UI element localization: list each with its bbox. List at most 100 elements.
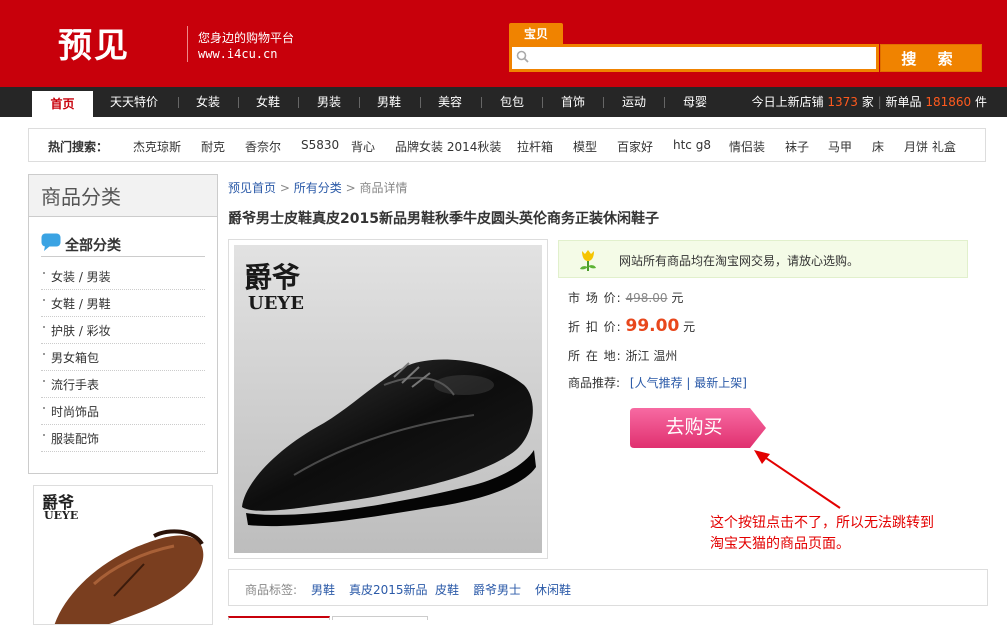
product-tag[interactable]: 真皮2015新品 [349, 581, 428, 598]
product-tag[interactable]: 男鞋 [311, 581, 335, 598]
slogan-text: 您身边的购物平台 [198, 31, 295, 45]
nav-separator [178, 97, 179, 108]
hot-search-item[interactable]: htc g8 [673, 138, 711, 152]
stats-new-items-unit: 件 [974, 95, 987, 109]
category-item-label: 女鞋 / 男鞋 [51, 297, 111, 311]
nav-separator [603, 97, 604, 108]
category-item-label: 护肤 / 彩妆 [51, 324, 111, 338]
product-main-image[interactable]: 爵爷 UEYE [228, 239, 548, 559]
annotation-line-1: 这个按钮点击不了，所以无法跳转到 [710, 515, 934, 531]
product-tag[interactable]: 爵爷男士 [473, 581, 521, 598]
location-value: 浙江 温州 [625, 349, 678, 363]
buy-now-button[interactable]: 去购买 [630, 408, 768, 448]
hot-search-item[interactable]: 马甲 [828, 138, 852, 155]
search-button[interactable]: 搜 索 [880, 44, 982, 72]
nav-item-mens-clothing[interactable]: 男装 [317, 87, 341, 117]
category-item[interactable]: 时尚饰品 [41, 398, 205, 425]
hot-search-item[interactable]: 拉杆箱 [517, 138, 553, 155]
product-tag[interactable]: 休闲鞋 [535, 581, 571, 598]
site-slogan: 您身边的购物平台 www.i4cu.cn [198, 30, 294, 62]
category-item[interactable]: 护肤 / 彩妆 [41, 317, 205, 344]
hot-search-item[interactable]: 模型 [573, 138, 597, 155]
nav-item-womens-clothing[interactable]: 女装 [196, 87, 220, 117]
nav-stats: 今日上新店铺 1373 家 | 新单品 181860 件 [752, 87, 987, 117]
brown-shoe-image: 爵爷 UEYE [34, 486, 212, 624]
hot-search-item[interactable]: 品牌女装 2014秋装 [395, 138, 501, 155]
annotation-arrow-icon [754, 450, 841, 509]
trust-notice: 网站所有商品均在淘宝网交易，请放心选购。 [558, 240, 968, 278]
hot-search-item[interactable]: 杰克琼斯 [133, 138, 181, 155]
recommend-bracket-close: ] [742, 376, 747, 390]
nav-separator [359, 97, 360, 108]
breadcrumb-current: 商品详情 [359, 181, 408, 195]
market-price-row: 市 场 价: 498.00 元 [568, 289, 683, 306]
hot-search-bar: 热门搜索： 杰克琼斯 耐克 香奈尔 S5830 背心 品牌女装 2014秋装 拉… [28, 128, 986, 162]
category-item[interactable]: 女鞋 / 男鞋 [41, 290, 205, 317]
category-panel: 商品分类 全部分类 女装 / 男装 女鞋 / 男鞋 护肤 / 彩妆 男女箱包 流… [28, 174, 218, 474]
discount-price-unit: 元 [683, 320, 696, 334]
category-item-label: 流行手表 [51, 378, 100, 392]
recommend-newest-link[interactable]: 最新上架 [694, 376, 742, 390]
detail-tabs [228, 616, 988, 620]
discount-price-row: 折 扣 价: 99.00 元 [568, 316, 695, 336]
category-item[interactable]: 服装配饰 [41, 425, 205, 452]
all-categories-label: 全部分类 [65, 238, 121, 254]
recommend-row: 商品推荐: [人气推荐 | 最新上架] [568, 374, 747, 391]
hot-search-item[interactable]: 耐克 [201, 138, 225, 155]
all-categories[interactable]: 全部分类 [41, 233, 205, 257]
search-input[interactable] [534, 47, 874, 69]
nav-item-beauty[interactable]: 美容 [438, 87, 462, 117]
nav-item-daily-deals[interactable]: 天天特价 [110, 87, 158, 117]
nav-item-sports[interactable]: 运动 [622, 87, 646, 117]
recommend-separator: | [686, 376, 691, 390]
stats-new-items-count: 181860 [925, 95, 972, 109]
nav-item-baby[interactable]: 母婴 [683, 87, 707, 117]
nav-item-womens-shoes[interactable]: 女鞋 [256, 87, 280, 117]
category-item[interactable]: 女装 / 男装 [41, 263, 205, 290]
stats-new-items-label: 新单品 [885, 95, 922, 109]
brand-logo-cn: 爵爷 [244, 261, 301, 294]
brand-logo-en: UEYE [44, 509, 78, 522]
search-box [509, 44, 879, 72]
category-item[interactable]: 男女箱包 [41, 344, 205, 371]
market-price-label: 市 场 价: [568, 291, 622, 305]
product-tags: 商品标签: 男鞋 真皮2015新品 皮鞋 爵爷男士 休闲鞋 [228, 569, 988, 606]
breadcrumb-category[interactable]: 所有分类 [294, 181, 342, 195]
nav-item-home[interactable]: 首页 [32, 91, 93, 117]
hot-search-item[interactable]: 情侣装 [729, 138, 765, 155]
product-tag[interactable]: 皮鞋 [435, 581, 459, 598]
nav-separator [481, 97, 482, 108]
product-tags-label: 商品标签: [245, 583, 298, 597]
hot-search-item[interactable]: S5830 [301, 138, 339, 152]
location-row: 所 在 地: 浙江 温州 [568, 347, 677, 364]
nav-item-jewelry[interactable]: 首饰 [561, 87, 585, 117]
nav-item-mens-shoes[interactable]: 男鞋 [377, 87, 401, 117]
hot-search-item[interactable]: 背心 [351, 138, 375, 155]
site-header: 预见 您身边的购物平台 www.i4cu.cn 宝贝 搜 索 [0, 0, 1007, 87]
search-tab-items[interactable]: 宝贝 [509, 23, 563, 45]
breadcrumb-home[interactable]: 预见首页 [228, 181, 276, 195]
detail-tab-active[interactable] [228, 616, 330, 620]
trust-notice-text: 网站所有商品均在淘宝网交易，请放心选购。 [619, 254, 860, 268]
side-product-thumbnail[interactable]: 爵爷 UEYE [33, 485, 213, 625]
detail-tab[interactable] [332, 616, 428, 620]
location-label: 所 在 地: [568, 349, 622, 363]
hot-search-item[interactable]: 袜子 [785, 138, 809, 155]
hot-search-item[interactable]: 香奈尔 [245, 138, 281, 155]
hot-search-item[interactable]: 床 [872, 138, 884, 155]
bullet-icon [43, 434, 45, 436]
bullet-icon [43, 353, 45, 355]
recommend-popular-link[interactable]: 人气推荐 [635, 376, 683, 390]
hot-search-item[interactable]: 月饼 礼盒 [904, 138, 956, 155]
nav-item-bags[interactable]: 包包 [500, 87, 524, 117]
site-logo[interactable]: 预见 [58, 18, 130, 67]
hot-search-item[interactable]: 百家好 [617, 138, 653, 155]
category-item[interactable]: 流行手表 [41, 371, 205, 398]
nav-separator [238, 97, 239, 108]
main-nav: 首页 天天特价 女装 女鞋 男装 男鞋 美容 包包 首饰 运动 母婴 今日上新店… [0, 87, 1007, 117]
speech-bubble-icon [41, 233, 61, 251]
annotation-line-2: 淘宝天猫的商品页面。 [710, 536, 850, 552]
category-item-label: 服装配饰 [51, 432, 100, 446]
recommend-label: 商品推荐: [568, 376, 621, 390]
category-item-label: 女装 / 男装 [51, 270, 111, 284]
